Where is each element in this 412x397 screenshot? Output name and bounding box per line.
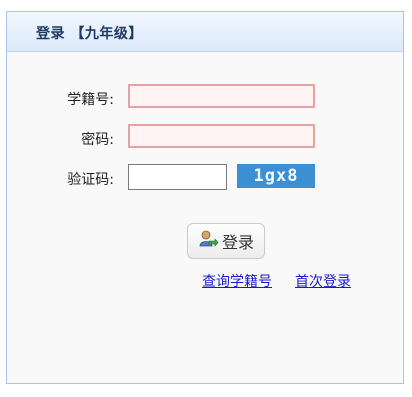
password-label: 密码: bbox=[81, 132, 114, 148]
student-id-label: 学籍号: bbox=[67, 92, 114, 108]
captcha-image[interactable]: 1gx8 bbox=[237, 164, 315, 188]
captcha-input[interactable] bbox=[128, 164, 227, 190]
password-input[interactable] bbox=[128, 124, 315, 148]
login-button[interactable]: 登录 bbox=[187, 223, 265, 259]
login-panel: 登录 【九年级】 学籍号: 密码: 验证码: 1gx8 登录 查询学籍号 首次登… bbox=[6, 11, 404, 384]
captcha-label: 验证码: bbox=[67, 172, 114, 188]
first-login-link[interactable]: 首次登录 bbox=[295, 271, 351, 291]
login-button-label: 登录 bbox=[221, 233, 254, 252]
user-login-icon bbox=[198, 229, 219, 253]
panel-title: 登录 【九年级】 bbox=[36, 26, 143, 42]
query-student-id-link[interactable]: 查询学籍号 bbox=[202, 271, 272, 291]
student-id-input[interactable] bbox=[128, 84, 315, 108]
panel-header: 登录 【九年级】 bbox=[7, 12, 403, 52]
